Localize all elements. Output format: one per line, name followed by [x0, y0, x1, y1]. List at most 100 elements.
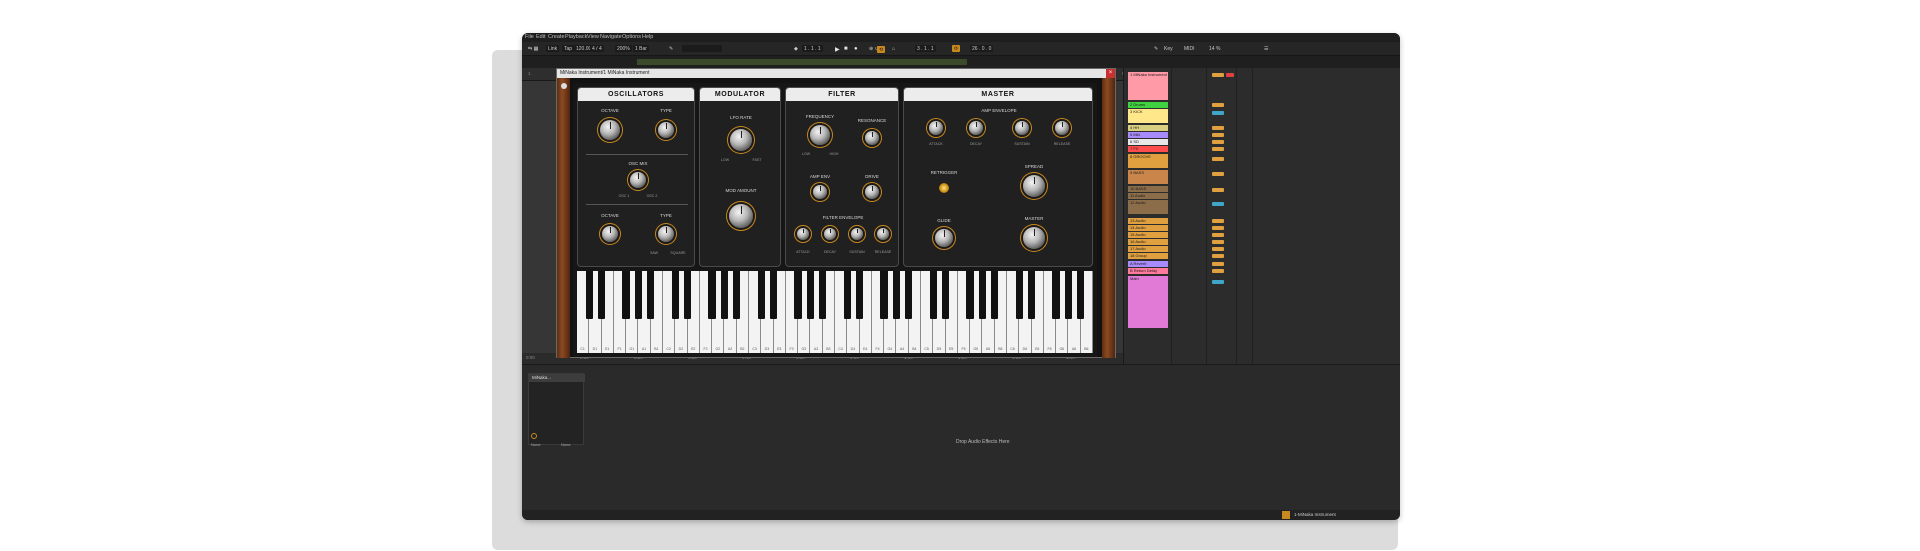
menu-options[interactable]: Options [622, 34, 641, 40]
octave-1-knob[interactable] [600, 120, 620, 140]
master-volume-knob[interactable] [1023, 227, 1045, 249]
loop-back-icon[interactable]: ⌂ [890, 45, 897, 52]
level-meter[interactable] [1212, 247, 1224, 251]
track-header[interactable]: 11 Audio [1128, 193, 1168, 199]
track-header[interactable]: 2 Drums [1128, 102, 1168, 108]
amp-sustain-knob[interactable] [1015, 121, 1029, 135]
amp-release-knob[interactable] [1055, 121, 1069, 135]
menu-playback[interactable]: Playback [565, 34, 587, 40]
type-2-knob[interactable] [658, 226, 674, 242]
level-meter[interactable] [1212, 188, 1224, 192]
track-header[interactable]: 7 FX [1128, 146, 1168, 152]
level-meter[interactable] [1212, 140, 1224, 144]
link-button[interactable]: Link [546, 45, 560, 52]
level-meter[interactable] [1212, 219, 1224, 223]
level-meter[interactable] [1212, 172, 1224, 176]
filter-sustain-knob[interactable] [851, 228, 863, 240]
close-icon[interactable]: × [1106, 69, 1115, 78]
track-header[interactable]: 9 BASS [1128, 170, 1168, 184]
menu-view[interactable]: View [587, 34, 599, 40]
black-key[interactable] [978, 271, 987, 319]
level-meter[interactable] [1212, 147, 1224, 151]
lfo-rate-knob[interactable] [730, 129, 752, 151]
retrigger-led[interactable] [939, 183, 949, 193]
record-icon[interactable]: ● [852, 45, 860, 52]
track-header[interactable]: 6 SD [1128, 139, 1168, 145]
record-arm[interactable] [1226, 73, 1234, 77]
play-icon[interactable]: ▶ [833, 45, 842, 53]
level-meter[interactable] [1212, 111, 1224, 115]
track-header[interactable]: 12 Audio [1128, 200, 1168, 214]
draw-icon[interactable]: ✎ [1152, 45, 1160, 52]
pencil-icon[interactable]: ✎ [667, 45, 675, 52]
stop-icon[interactable]: ■ [842, 45, 850, 52]
mod-amount-knob[interactable] [729, 204, 753, 228]
level-meter[interactable] [1212, 226, 1224, 230]
key-input[interactable] [682, 45, 722, 52]
black-key[interactable] [757, 271, 765, 319]
black-key[interactable] [597, 271, 606, 319]
black-key[interactable] [622, 271, 630, 319]
hamburger-icon[interactable]: ☰ [1262, 45, 1270, 52]
black-key[interactable] [1064, 271, 1073, 319]
track-header[interactable]: 16 Audio [1128, 239, 1168, 245]
black-key[interactable] [1077, 271, 1085, 319]
black-key[interactable] [941, 271, 950, 319]
black-key[interactable] [892, 271, 901, 319]
filter-decay-knob[interactable] [824, 228, 836, 240]
track-header[interactable]: 10 BASS [1128, 186, 1168, 192]
resonance-knob[interactable] [865, 131, 879, 145]
tap-button[interactable]: Tap [562, 45, 575, 52]
song-overview[interactable] [522, 56, 1400, 68]
menu-edit[interactable]: Edit [536, 34, 545, 40]
level-meter[interactable] [1212, 233, 1224, 237]
position-field[interactable]: 1 . 1 . 1 [802, 45, 823, 52]
glide-knob[interactable] [935, 229, 953, 247]
black-key[interactable] [647, 271, 655, 319]
track-header[interactable]: 8 GROOVE [1128, 154, 1168, 168]
plugin-menu-icon[interactable] [561, 83, 567, 89]
level-meter[interactable] [1212, 157, 1224, 161]
black-key[interactable] [880, 271, 888, 319]
black-key[interactable] [843, 271, 851, 319]
black-key[interactable] [794, 271, 802, 319]
octave-2-knob[interactable] [602, 226, 618, 242]
quantize-field[interactable]: 1 Bar [633, 45, 649, 52]
filter-release-knob[interactable] [877, 228, 889, 240]
track-header[interactable]: 1 MiNaka Instrument [1128, 72, 1168, 100]
track-header[interactable]: A Reverb [1128, 261, 1168, 267]
plugin-title-bar[interactable]: MiNaka Instrument/1 MiNaka Instrument [557, 69, 1115, 78]
drive-knob[interactable] [865, 185, 879, 199]
level-meter[interactable] [1212, 73, 1224, 77]
amp-attack-knob[interactable] [929, 121, 943, 135]
level-meter[interactable] [1212, 126, 1224, 130]
follow-toggle-icon[interactable]: ⟲ [877, 46, 886, 53]
level-meter[interactable] [1212, 269, 1224, 273]
black-key[interactable] [819, 271, 827, 319]
black-key[interactable] [585, 271, 593, 319]
black-key[interactable] [905, 271, 913, 319]
track-header[interactable]: 4 HH [1128, 125, 1168, 131]
black-key[interactable] [769, 271, 778, 319]
level-meter[interactable] [1212, 103, 1224, 107]
device-tile[interactable]: MiNaka... None None [528, 373, 585, 447]
black-key[interactable] [671, 271, 679, 319]
level-meter[interactable] [1212, 202, 1224, 206]
black-key[interactable] [720, 271, 729, 319]
level-meter[interactable] [1212, 262, 1224, 266]
track-header[interactable]: 14 Audio [1128, 225, 1168, 231]
black-key[interactable] [929, 271, 937, 319]
black-key[interactable] [708, 271, 716, 319]
frequency-knob[interactable] [810, 125, 830, 145]
type-1-knob[interactable] [658, 122, 674, 138]
black-key[interactable] [966, 271, 974, 319]
menu-create[interactable]: Create [548, 34, 565, 40]
amp-decay-knob[interactable] [969, 121, 983, 135]
zoom-field[interactable]: 200% [615, 45, 632, 52]
filter-attack-knob[interactable] [797, 228, 809, 240]
metronome-icon[interactable]: ◆ [792, 45, 800, 52]
black-key[interactable] [683, 271, 692, 319]
black-key[interactable] [1052, 271, 1060, 319]
black-key[interactable] [733, 271, 741, 319]
loop-length-field[interactable]: 26 . 0 . 0 [970, 45, 994, 52]
